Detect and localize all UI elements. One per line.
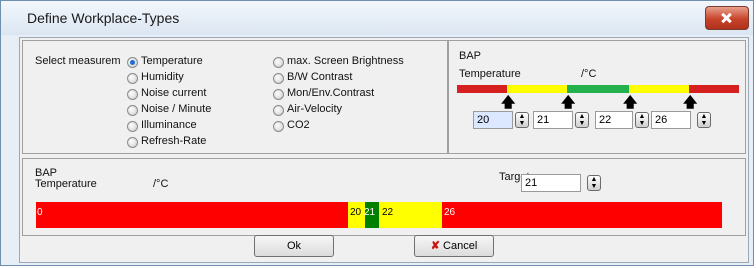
bap-parameter-label: Temperature	[459, 68, 521, 80]
select-measurement-label: Select measurem	[35, 55, 121, 67]
threshold-input-3[interactable]: 22	[595, 111, 633, 129]
threshold-arrow-icon: 🡅	[561, 94, 576, 110]
threshold-segment-red-high	[689, 85, 739, 93]
radio-noise-minute[interactable]	[127, 105, 138, 116]
spin-buttons-4[interactable]: ▲ ▼	[697, 112, 711, 128]
radio-refresh-rate-label[interactable]: Refresh-Rate	[141, 135, 206, 147]
radio-mon-env-contrast-label[interactable]: Mon/Env.Contrast	[287, 87, 374, 99]
bap-overview-parameter: Temperature	[35, 178, 97, 190]
measurement-panel: Select measurem Temperature Humidity Noi…	[22, 40, 448, 154]
threshold-segment-yellow-low	[507, 85, 567, 93]
target-spin-buttons[interactable]: ▲ ▼	[587, 175, 601, 191]
spin-buttons-3[interactable]: ▲ ▼	[635, 112, 649, 128]
dialog-client-area: Select measurem Temperature Humidity Noi…	[19, 37, 749, 263]
threshold-color-bar	[457, 85, 739, 93]
radio-bw-contrast[interactable]	[273, 73, 284, 84]
radio-humidity[interactable]	[127, 73, 138, 84]
dialog-window: Define Workplace-Types Select measurem T…	[0, 0, 754, 266]
range-label-0: 0	[37, 207, 43, 218]
range-label-20: 20	[350, 207, 362, 218]
radio-air-velocity[interactable]	[273, 105, 284, 116]
radio-bw-contrast-label[interactable]: B/W Contrast	[287, 71, 352, 83]
radio-co2-label[interactable]: CO2	[287, 119, 310, 131]
range-label-22: 22	[382, 207, 394, 218]
radio-temperature[interactable]	[127, 57, 138, 68]
radio-mon-env-contrast[interactable]	[273, 89, 284, 100]
spin-buttons-1[interactable]: ▲ ▼	[515, 112, 529, 128]
title-bar[interactable]: Define Workplace-Types	[1, 1, 753, 35]
bap-unit-label: /°C	[581, 68, 597, 80]
radio-co2[interactable]	[273, 121, 284, 132]
range-label-26: 26	[444, 207, 456, 218]
radio-air-velocity-label[interactable]: Air-Velocity	[287, 103, 342, 115]
cancel-icon: ✘	[430, 240, 440, 252]
range-label-21: 21	[364, 207, 376, 218]
window-title: Define Workplace-Types	[27, 10, 180, 26]
threshold-segment-green	[567, 85, 629, 93]
radio-illuminance[interactable]	[127, 121, 138, 132]
spin-buttons-2[interactable]: ▲ ▼	[575, 112, 589, 128]
range-red-low	[36, 202, 348, 228]
threshold-input-1[interactable]: 20	[473, 111, 513, 129]
range-red-high	[442, 202, 722, 228]
threshold-arrow-icon: 🡅	[683, 94, 698, 110]
threshold-input-4[interactable]: 26	[651, 111, 691, 129]
threshold-segment-yellow-high	[629, 85, 689, 93]
radio-noise-current-label[interactable]: Noise current	[141, 87, 206, 99]
radio-max-screen-brightness[interactable]	[273, 57, 284, 68]
bap-threshold-panel: BAP Temperature /°C 🡅 🡅 🡅 🡅 20 ▲ ▼ 21 ▲ ▼ …	[448, 40, 746, 154]
radio-noise-current[interactable]	[127, 89, 138, 100]
temperature-range-bar: 0 20 21 22 26	[36, 202, 722, 228]
threshold-arrow-icon: 🡅	[501, 94, 516, 110]
threshold-arrow-icon: 🡅	[623, 94, 638, 110]
radio-max-screen-brightness-label[interactable]: max. Screen Brightness	[287, 55, 404, 67]
close-button[interactable]	[705, 6, 749, 30]
threshold-segment-red-low	[457, 85, 507, 93]
radio-noise-minute-label[interactable]: Noise / Minute	[141, 103, 211, 115]
radio-refresh-rate[interactable]	[127, 137, 138, 148]
radio-humidity-label[interactable]: Humidity	[141, 71, 184, 83]
ok-button[interactable]: Ok	[254, 235, 334, 257]
cancel-button[interactable]: ✘ Cancel	[414, 235, 494, 257]
radio-illuminance-label[interactable]: Illuminance	[141, 119, 197, 131]
threshold-input-2[interactable]: 21	[533, 111, 573, 129]
target-input[interactable]: 21	[521, 174, 581, 192]
bap-overview-unit: /°C	[153, 178, 169, 190]
cancel-label: Cancel	[443, 240, 478, 252]
bap-heading: BAP	[459, 50, 482, 62]
radio-temperature-label[interactable]: Temperature	[141, 55, 203, 67]
